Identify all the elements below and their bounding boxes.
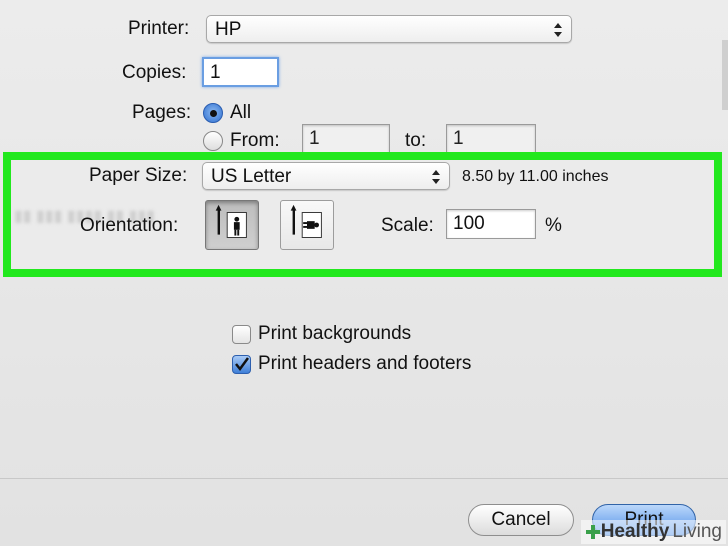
print-headers-footers-checkbox[interactable]	[232, 355, 251, 374]
printer-popup[interactable]: HP	[206, 15, 572, 43]
orientation-label: Orientation:	[80, 215, 179, 236]
pages-to-field[interactable]: 1	[446, 124, 536, 154]
cancel-button[interactable]: Cancel	[468, 504, 574, 536]
updown-arrows-icon	[432, 170, 440, 184]
orientation-landscape-button[interactable]	[280, 200, 334, 250]
scale-label: Scale:	[381, 215, 434, 236]
plus-leaf-icon	[585, 525, 600, 539]
printer-label: Printer:	[128, 18, 190, 39]
scale-unit: %	[545, 215, 562, 236]
pages-label: Pages:	[132, 102, 192, 123]
paper-size-label: Paper Size:	[89, 165, 188, 186]
watermark-brand: Healthy	[600, 521, 670, 542]
checkmark-icon	[235, 357, 250, 372]
print-headers-footers-label: Print headers and footers	[258, 353, 472, 374]
copies-field[interactable]: 1	[202, 57, 279, 87]
pages-from-label: From:	[230, 130, 280, 151]
paper-size-popup[interactable]: US Letter	[202, 162, 450, 190]
landscape-orientation-icon	[290, 204, 322, 238]
printer-value: HP	[215, 19, 242, 40]
watermark-suffix: Living	[672, 521, 722, 542]
scale-field[interactable]: 100	[446, 209, 536, 239]
watermark: Healthy Living	[580, 520, 726, 544]
paper-size-value: US Letter	[211, 166, 292, 187]
print-backgrounds-checkbox[interactable]	[232, 325, 251, 344]
pages-from-field[interactable]: 1	[302, 124, 390, 154]
pages-all-radio[interactable]	[203, 103, 223, 123]
pages-from-radio[interactable]	[203, 131, 223, 151]
pages-to-label: to:	[405, 130, 427, 151]
updown-arrows-icon	[554, 23, 562, 37]
paper-dimensions: 8.50 by 11.00 inches	[462, 168, 609, 185]
pages-all-label: All	[230, 102, 252, 123]
print-dialog: Printer: HP Copies: 1 Pages: All From: 1…	[0, 0, 728, 546]
copies-label: Copies:	[122, 62, 187, 83]
scrollbar-thumb[interactable]	[722, 40, 728, 110]
print-backgrounds-label: Print backgrounds	[258, 323, 412, 344]
orientation-portrait-button[interactable]	[205, 200, 259, 250]
portrait-orientation-icon	[215, 204, 247, 238]
footer-divider	[0, 478, 728, 479]
